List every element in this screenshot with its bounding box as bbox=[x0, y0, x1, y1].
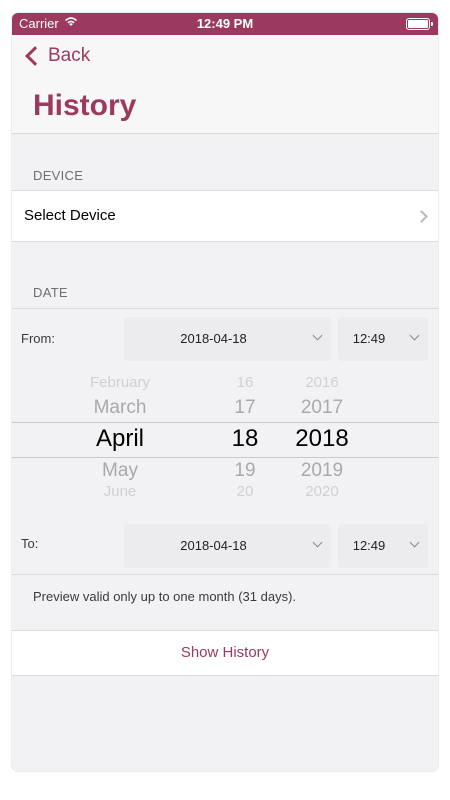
picker-year-option[interactable]: 2016 bbox=[282, 374, 362, 391]
page-title: History bbox=[33, 89, 137, 122]
preview-note: Preview valid only up to one month (31 d… bbox=[33, 589, 297, 604]
to-row: To: 2018-04-18 12:49 bbox=[12, 514, 438, 575]
chevron-down-icon bbox=[312, 537, 323, 548]
date-section-header: DATE bbox=[33, 285, 68, 300]
back-button[interactable]: Back bbox=[24, 45, 90, 67]
picker-day-option[interactable]: 17 bbox=[215, 397, 275, 419]
to-time-value: 12:49 bbox=[352, 538, 386, 553]
picker-month-selected[interactable]: April bbox=[60, 425, 180, 453]
from-date-value: 2018-04-18 bbox=[180, 331, 247, 346]
from-date-field[interactable]: 2018-04-18 bbox=[124, 317, 331, 361]
picker-year-option[interactable]: 2017 bbox=[282, 397, 362, 419]
chevron-left-icon bbox=[25, 46, 45, 66]
picker-month-option[interactable]: March bbox=[60, 397, 180, 419]
chevron-down-icon bbox=[409, 330, 420, 341]
picker-day-option[interactable]: 19 bbox=[215, 460, 275, 482]
device-section-header: DEVICE bbox=[33, 168, 84, 183]
to-date-value: 2018-04-18 bbox=[180, 538, 247, 553]
from-time-field[interactable]: 12:49 bbox=[338, 317, 428, 361]
select-device-label: Select Device bbox=[24, 207, 116, 224]
date-wheel-picker[interactable]: February March April May June 16 17 18 1… bbox=[12, 370, 438, 500]
status-time: 12:49 PM bbox=[196, 16, 254, 31]
picker-day-option[interactable]: 16 bbox=[215, 374, 275, 391]
picker-year-column[interactable]: 2016 2017 2018 2019 2020 bbox=[282, 370, 362, 500]
show-history-button[interactable]: Show History bbox=[12, 630, 438, 676]
navigation-bar: Back History bbox=[12, 35, 438, 134]
show-history-label: Show History bbox=[180, 644, 270, 661]
picker-month-option[interactable]: February bbox=[60, 374, 180, 391]
select-device-row[interactable]: Select Device bbox=[12, 190, 438, 242]
chevron-down-icon bbox=[312, 330, 323, 341]
picker-day-selected[interactable]: 18 bbox=[215, 425, 275, 453]
picker-year-option[interactable]: 2020 bbox=[282, 483, 362, 500]
status-bar: Carrier 12:49 PM bbox=[12, 13, 438, 35]
battery-icon bbox=[406, 18, 433, 30]
picker-year-option[interactable]: 2019 bbox=[282, 460, 362, 482]
back-label: Back bbox=[48, 45, 91, 66]
from-time-value: 12:49 bbox=[352, 331, 386, 346]
picker-day-option[interactable]: 20 bbox=[215, 483, 275, 500]
to-label: To: bbox=[21, 536, 39, 551]
from-label: From: bbox=[21, 331, 55, 346]
to-date-field[interactable]: 2018-04-18 bbox=[124, 524, 331, 568]
picker-month-option[interactable]: June bbox=[60, 483, 180, 500]
picker-day-column[interactable]: 16 17 18 19 20 bbox=[215, 370, 275, 500]
picker-year-selected[interactable]: 2018 bbox=[282, 425, 362, 453]
chevron-down-icon bbox=[409, 537, 420, 548]
picker-month-option[interactable]: May bbox=[60, 460, 180, 482]
picker-month-column[interactable]: February March April May June bbox=[60, 370, 180, 500]
app-screen: Carrier 12:49 PM Back History DEVICE Sel… bbox=[12, 13, 438, 771]
chevron-right-icon bbox=[415, 210, 428, 223]
to-time-field[interactable]: 12:49 bbox=[338, 524, 428, 568]
from-row: From: 2018-04-18 12:49 bbox=[12, 308, 438, 369]
